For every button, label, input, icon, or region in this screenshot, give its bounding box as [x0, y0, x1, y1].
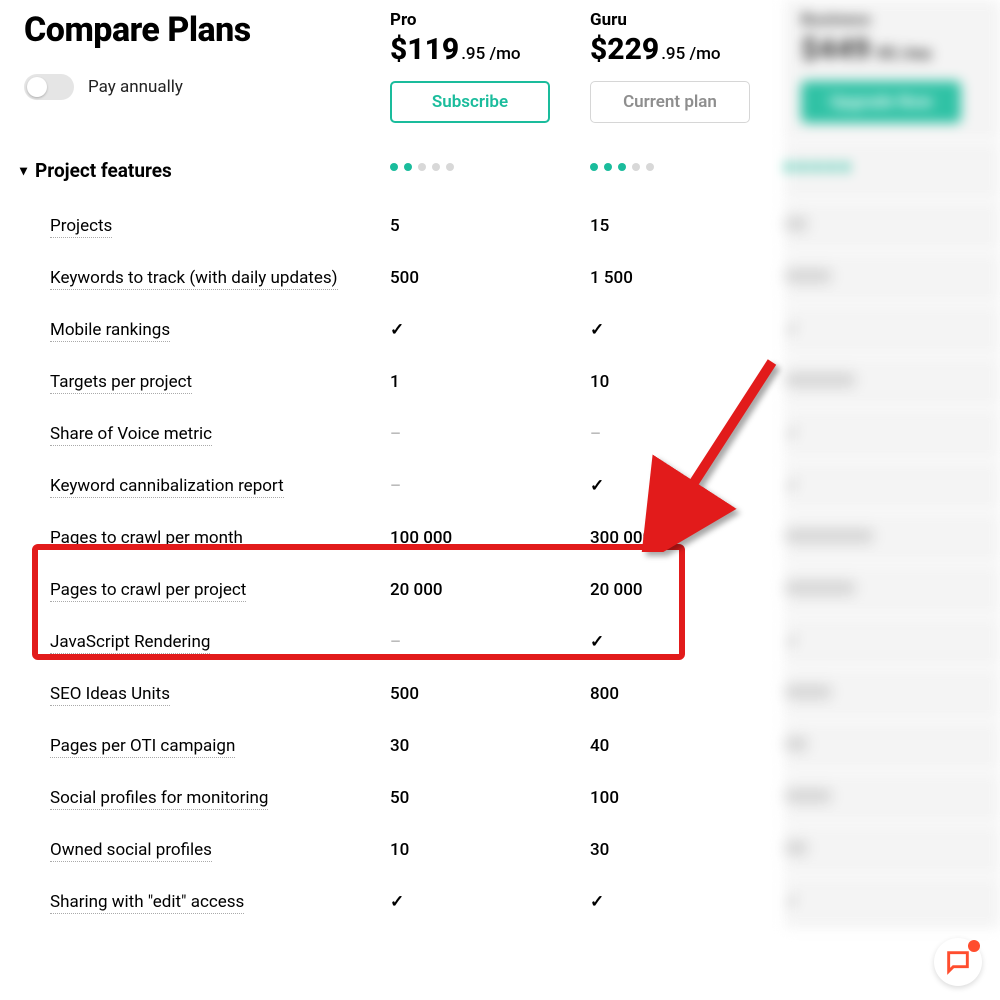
feature-value-business: [785, 876, 1000, 928]
feature-value: 5: [390, 200, 590, 252]
feature-value: –: [390, 616, 590, 668]
feature-value: 30: [390, 720, 590, 772]
feature-value-business: [785, 460, 1000, 512]
pay-annually-toggle[interactable]: [24, 74, 74, 100]
price-sub: .95 /mo: [661, 44, 720, 64]
feature-value-business: [785, 720, 1000, 772]
plan-price-pro: $119 .95 /mo: [390, 32, 590, 67]
price-sub: .95 /mo: [461, 44, 520, 64]
feature-label: Owned social profiles: [0, 824, 390, 876]
feature-value-business: [785, 564, 1000, 616]
feature-value: [390, 876, 590, 928]
feature-label: Keywords to track (with daily updates): [0, 252, 390, 304]
plan-rating-business: [785, 141, 1000, 200]
feature-value-business: [785, 772, 1000, 824]
feature-label: JavaScript Rendering: [0, 616, 390, 668]
feature-value: 800: [590, 668, 785, 720]
feature-value: [590, 460, 785, 512]
feature-value-business: [785, 252, 1000, 304]
plan-name-guru: Guru: [590, 10, 785, 30]
plan-price-guru: $229 .95 /mo: [590, 32, 785, 67]
price-main: $449: [801, 32, 870, 67]
upgrade-button[interactable]: Upgrade Now: [801, 81, 961, 123]
feature-label: Social profiles for monitoring: [0, 772, 390, 824]
feature-value-business: [785, 616, 1000, 668]
feature-label: Pages per OTI campaign: [0, 720, 390, 772]
feature-value: 50: [390, 772, 590, 824]
feature-value: 100 000: [390, 512, 590, 564]
feature-value: –: [390, 460, 590, 512]
feature-label: Mobile rankings: [0, 304, 390, 356]
price-main: $229: [590, 32, 659, 67]
feature-label: Targets per project: [0, 356, 390, 408]
feature-value: 10: [390, 824, 590, 876]
feature-value: 500: [390, 668, 590, 720]
feature-label: Share of Voice metric: [0, 408, 390, 460]
feature-value-business: [785, 512, 1000, 564]
dots-guru: [590, 163, 785, 171]
plan-name-pro: Pro: [390, 10, 590, 30]
subscribe-button[interactable]: Subscribe: [390, 81, 550, 123]
section-title: Project features: [35, 159, 172, 182]
dots-business: [785, 163, 1000, 171]
dots-pro: [390, 163, 590, 171]
feature-value-business: [785, 304, 1000, 356]
feature-label: Sharing with "edit" access: [0, 876, 390, 928]
feature-value: 15: [590, 200, 785, 252]
feature-value: [590, 616, 785, 668]
feature-value-business: [785, 668, 1000, 720]
price-main: $119: [390, 32, 459, 67]
feature-value-business: [785, 408, 1000, 460]
pay-annually-row: Pay annually: [24, 74, 390, 100]
feature-value: 40: [590, 720, 785, 772]
feature-value-business: [785, 824, 1000, 876]
feature-value: 20 000: [390, 564, 590, 616]
feature-label: SEO Ideas Units: [0, 668, 390, 720]
pay-annually-label: Pay annually: [88, 77, 183, 97]
feature-value: 500: [390, 252, 590, 304]
plan-rating-pro: [390, 141, 590, 200]
feature-label: Keyword cannibalization report: [0, 460, 390, 512]
plan-header-guru: Guru $229 .95 /mo Current plan: [590, 0, 785, 141]
plan-header-business: Business $449 .95 /mo Upgrade Now: [785, 0, 1000, 141]
price-sub: .95 /mo: [872, 44, 931, 64]
feature-value-business: [785, 356, 1000, 408]
current-plan-button[interactable]: Current plan: [590, 81, 750, 123]
feature-value: 1 500: [590, 252, 785, 304]
feature-value: [590, 876, 785, 928]
plan-price-business: $449 .95 /mo: [801, 32, 988, 67]
feature-value: –: [590, 408, 785, 460]
feature-value: [590, 304, 785, 356]
feature-value: 100: [590, 772, 785, 824]
feature-value: 300 000: [590, 512, 785, 564]
feature-value: 30: [590, 824, 785, 876]
feature-label: Projects: [0, 200, 390, 252]
feature-value: 1: [390, 356, 590, 408]
chat-icon: [944, 948, 972, 976]
header-left: Compare Plans Pay annually: [0, 0, 390, 141]
feature-value: –: [390, 408, 590, 460]
chevron-down-icon: ▾: [20, 163, 27, 179]
chat-launcher-button[interactable]: [934, 938, 982, 986]
pricing-comparison-grid: Compare Plans Pay annually Pro $119 .95 …: [0, 0, 1000, 928]
plan-header-pro: Pro $119 .95 /mo Subscribe: [390, 0, 590, 141]
section-project-features[interactable]: ▾ Project features: [0, 141, 390, 200]
feature-value: 10: [590, 356, 785, 408]
feature-value-business: [785, 200, 1000, 252]
feature-label: Pages to crawl per project: [0, 564, 390, 616]
feature-label: Pages to crawl per month: [0, 512, 390, 564]
plan-name-business: Business: [801, 10, 988, 30]
feature-value: [390, 304, 590, 356]
notification-dot-icon: [968, 940, 980, 952]
page-title: Compare Plans: [24, 10, 390, 50]
feature-value: 20 000: [590, 564, 785, 616]
plan-rating-guru: [590, 141, 785, 200]
